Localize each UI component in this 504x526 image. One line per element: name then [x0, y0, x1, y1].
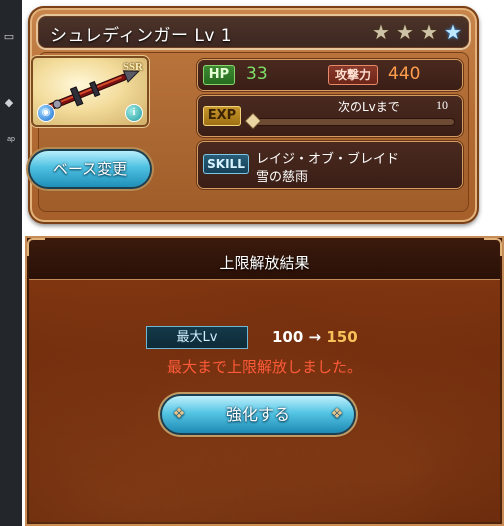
star-icon: ★	[396, 20, 414, 44]
hp-value: 33	[246, 64, 268, 84]
weapon-image[interactable]: SSR ◉ i	[33, 58, 147, 125]
uncap-stars: ★ ★ ★ ★	[371, 22, 463, 42]
water-element-icon: ◉	[38, 105, 54, 121]
exp-panel: EXP 次のLvまで 10	[198, 96, 462, 136]
enhance-button[interactable]: ❖ 強化する ❖	[162, 396, 354, 433]
corner-ornament-icon	[27, 238, 45, 256]
stats-panel: HP 33 攻撃力 440	[198, 60, 462, 90]
uncap-result-panel: 上限解放結果 最大Lv 100 → 150 最大まで上限解放しました。 ❖ 強化…	[25, 236, 504, 526]
star-icon: ★	[372, 20, 390, 44]
skill-label: SKILL	[203, 154, 249, 174]
max-lv-values: 100 → 150	[272, 328, 358, 346]
exp-label: EXP	[203, 106, 241, 126]
ornament-left-icon: ❖	[172, 406, 186, 422]
blue-star-icon: ★	[444, 20, 462, 44]
sidebar-icon-2[interactable]: ◆	[2, 96, 16, 110]
exp-next-value: 10	[436, 98, 448, 112]
sidebar-label: ap	[7, 136, 15, 143]
result-header: 上限解放結果	[29, 240, 500, 280]
enhance-button-label: 強化する	[225, 405, 290, 424]
max-lv-label: 最大Lv	[146, 326, 248, 349]
exp-bar-marker-icon	[245, 113, 261, 129]
exp-next-label: 次のLvまで	[338, 100, 400, 114]
star-icon: ★	[420, 20, 438, 44]
result-message: 最大まで上限解放しました。	[166, 358, 362, 376]
atk-label: 攻撃力	[328, 65, 378, 85]
weapon-title-bar: シュレディンガー Lv 1 ★ ★ ★ ★	[36, 14, 471, 50]
exp-progress-bar	[248, 119, 454, 125]
rarity-badge: SSR	[122, 61, 143, 73]
sidebar-icon-1[interactable]: ▭	[2, 30, 16, 44]
atk-value: 440	[388, 64, 421, 84]
skill-name-1: レイジ・オブ・ブレイド	[256, 152, 400, 167]
browser-sidebar: ▭ ◆ ap	[0, 0, 22, 526]
arrow-right-icon: →	[308, 328, 327, 346]
hp-label: HP	[203, 65, 235, 85]
info-icon[interactable]: i	[126, 105, 142, 121]
lv-to: 150	[326, 328, 358, 346]
corner-ornament-icon	[484, 238, 502, 256]
lv-from: 100	[272, 328, 304, 346]
weapon-name-level: シュレディンガー Lv 1	[50, 26, 233, 46]
result-title: 上限解放結果	[219, 254, 310, 272]
skill-name-2: 雪の慈雨	[256, 170, 309, 185]
skill-panel[interactable]: SKILL レイジ・オブ・ブレイド 雪の慈雨	[198, 142, 462, 188]
base-change-button[interactable]: ベース変更	[30, 151, 150, 187]
ornament-right-icon: ❖	[330, 406, 344, 422]
